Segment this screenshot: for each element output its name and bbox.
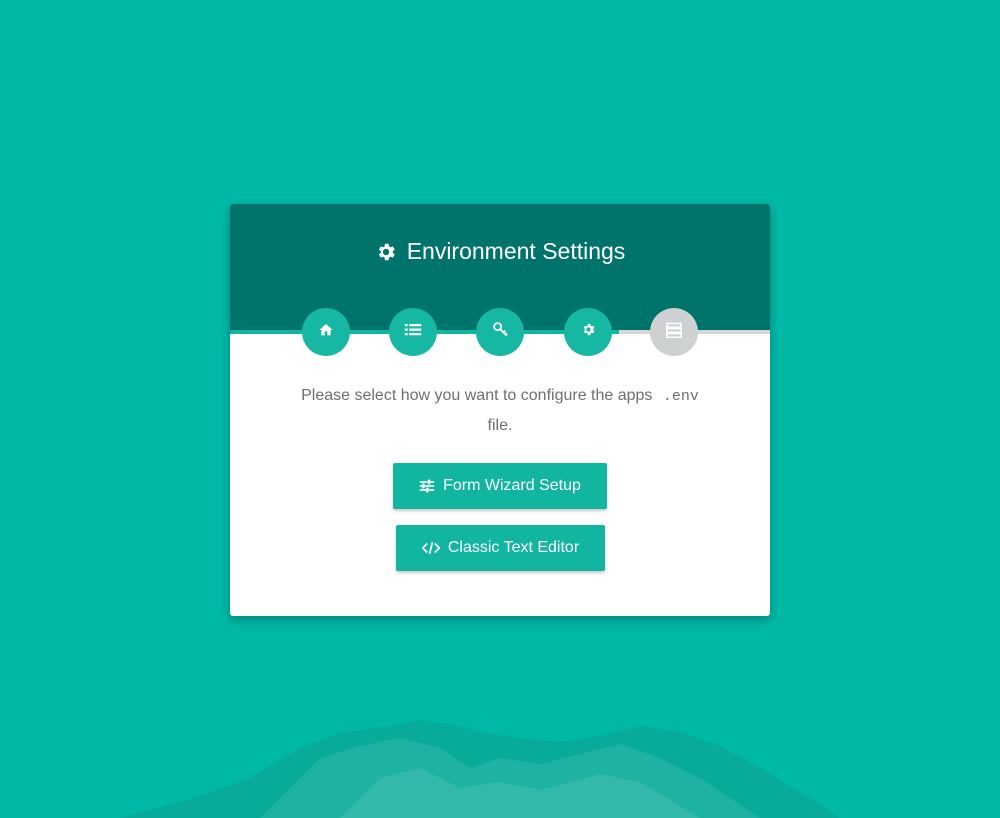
step-home[interactable] <box>302 308 350 356</box>
setup-card: Environment Settings Please select how y… <box>230 204 770 616</box>
instruction-text: Please select how you want to configure … <box>280 381 720 440</box>
instruction-text-after: file. <box>487 417 513 434</box>
card-title-text: Environment Settings <box>406 238 626 264</box>
classic-editor-button-label: Classic Text Editor <box>447 539 580 556</box>
step-settings[interactable] <box>564 308 612 356</box>
mountain-background <box>120 720 840 818</box>
form-wizard-button-label: Form Wizard Setup <box>443 477 581 494</box>
home-icon <box>318 322 334 343</box>
server-icon <box>665 322 683 343</box>
sliders-icon <box>419 479 435 493</box>
gear-icon <box>581 322 596 342</box>
instruction-text-before: Please select how you want to configure … <box>301 387 653 404</box>
list-icon <box>404 322 422 343</box>
code-icon <box>421 541 440 555</box>
card-title: Environment Settings <box>230 238 770 265</box>
form-wizard-button[interactable]: Form Wizard Setup <box>393 463 607 509</box>
classic-editor-button[interactable]: Classic Text Editor <box>396 525 605 571</box>
key-icon <box>492 321 509 343</box>
step-server[interactable] <box>650 308 698 356</box>
step-list[interactable] <box>389 308 437 356</box>
gear-icon <box>375 241 397 263</box>
env-filename: .env <box>662 388 699 405</box>
step-key[interactable] <box>476 308 524 356</box>
